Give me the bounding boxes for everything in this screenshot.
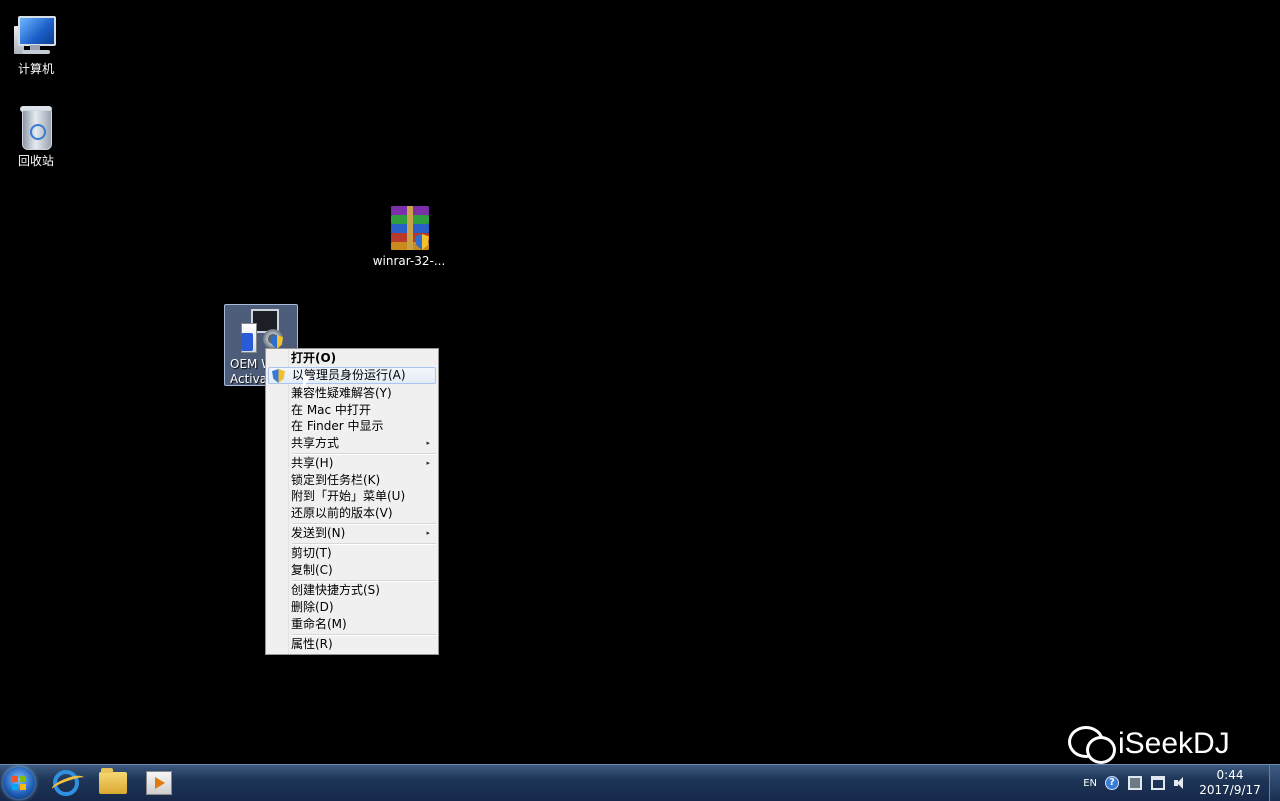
taskbar-explorer[interactable] — [91, 767, 135, 799]
mouse-cursor-icon — [303, 376, 311, 388]
menu-item-cut[interactable]: 剪切(T) — [268, 545, 436, 562]
menu-item-send-to[interactable]: 发送到(N) ▸ — [268, 525, 436, 542]
clock-time: 0:44 — [1216, 768, 1244, 782]
menu-item-run-as-admin[interactable]: 以管理员身份运行(A) — [268, 367, 436, 384]
start-button[interactable] — [3, 767, 35, 799]
uac-shield-icon — [272, 369, 285, 383]
winrar-icon — [385, 204, 433, 252]
recycle-bin-icon — [12, 104, 60, 152]
chevron-right-icon: ▸ — [426, 439, 430, 447]
watermark: iSeekDJ — [1068, 722, 1230, 766]
help-icon[interactable]: ? — [1105, 776, 1119, 790]
menu-item-troubleshoot[interactable]: 兼容性疑难解答(Y) — [268, 385, 436, 402]
menu-item-delete[interactable]: 删除(D) — [268, 599, 436, 616]
clock[interactable]: 0:44 2017/9/17 — [1197, 768, 1263, 798]
menu-item-copy[interactable]: 复制(C) — [268, 562, 436, 579]
chevron-right-icon: ▸ — [426, 529, 430, 537]
taskbar-internet-explorer[interactable] — [44, 767, 88, 799]
context-menu: 打开(O) 以管理员身份运行(A) 兼容性疑难解答(Y) 在 Mac 中打开 在… — [265, 348, 439, 655]
menu-item-share-via[interactable]: 共享方式 ▸ — [268, 435, 436, 452]
menu-item-open-in-mac[interactable]: 在 Mac 中打开 — [268, 402, 436, 419]
desktop-icon-winrar[interactable]: winrar-32-... — [371, 204, 447, 269]
windows-logo-icon — [12, 776, 26, 790]
media-player-icon — [146, 771, 172, 795]
menu-item-restore-versions[interactable]: 还原以前的版本(V) — [268, 505, 436, 522]
desktop-icon-label: 回收站 — [17, 154, 54, 168]
menu-item-properties[interactable]: 属性(R) — [268, 636, 436, 653]
desktop-icon-computer[interactable]: 计算机 — [0, 12, 74, 77]
menu-item-open[interactable]: 打开(O) — [268, 350, 436, 367]
desktop-icon-label: 计算机 — [17, 62, 54, 76]
menu-item-pin-start[interactable]: 附到「开始」菜单(U) — [268, 488, 436, 505]
network-icon[interactable] — [1151, 776, 1165, 790]
folder-icon — [99, 768, 127, 794]
computer-icon — [12, 12, 60, 60]
menu-item-pin-taskbar[interactable]: 锁定到任务栏(K) — [268, 472, 436, 489]
desktop-icon-label: winrar-32-... — [372, 254, 446, 268]
menu-item-create-shortcut[interactable]: 创建快捷方式(S) — [268, 582, 436, 599]
wechat-icon — [1068, 724, 1116, 764]
menu-item-share[interactable]: 共享(H) ▸ — [268, 455, 436, 472]
volume-icon[interactable] — [1174, 776, 1188, 790]
watermark-text: iSeekDJ — [1118, 727, 1230, 760]
taskbar-media-player[interactable] — [137, 767, 181, 799]
desktop[interactable]: 计算机 回收站 winrar-32-... OEM W Activa iSeek… — [0, 0, 1280, 764]
menu-item-show-in-finder[interactable]: 在 Finder 中显示 — [268, 418, 436, 435]
action-center-icon[interactable] — [1128, 776, 1142, 790]
show-desktop-button[interactable] — [1269, 765, 1280, 801]
language-indicator[interactable]: EN — [1083, 778, 1097, 789]
internet-explorer-icon — [53, 770, 79, 796]
chevron-right-icon: ▸ — [426, 459, 430, 467]
desktop-icon-recycle-bin[interactable]: 回收站 — [0, 104, 74, 169]
menu-item-rename[interactable]: 重命名(M) — [268, 616, 436, 633]
clock-date: 2017/9/17 — [1199, 783, 1261, 797]
taskbar: EN ? 0:44 2017/9/17 — [0, 764, 1280, 801]
system-tray: EN ? 0:44 2017/9/17 — [1083, 765, 1280, 801]
